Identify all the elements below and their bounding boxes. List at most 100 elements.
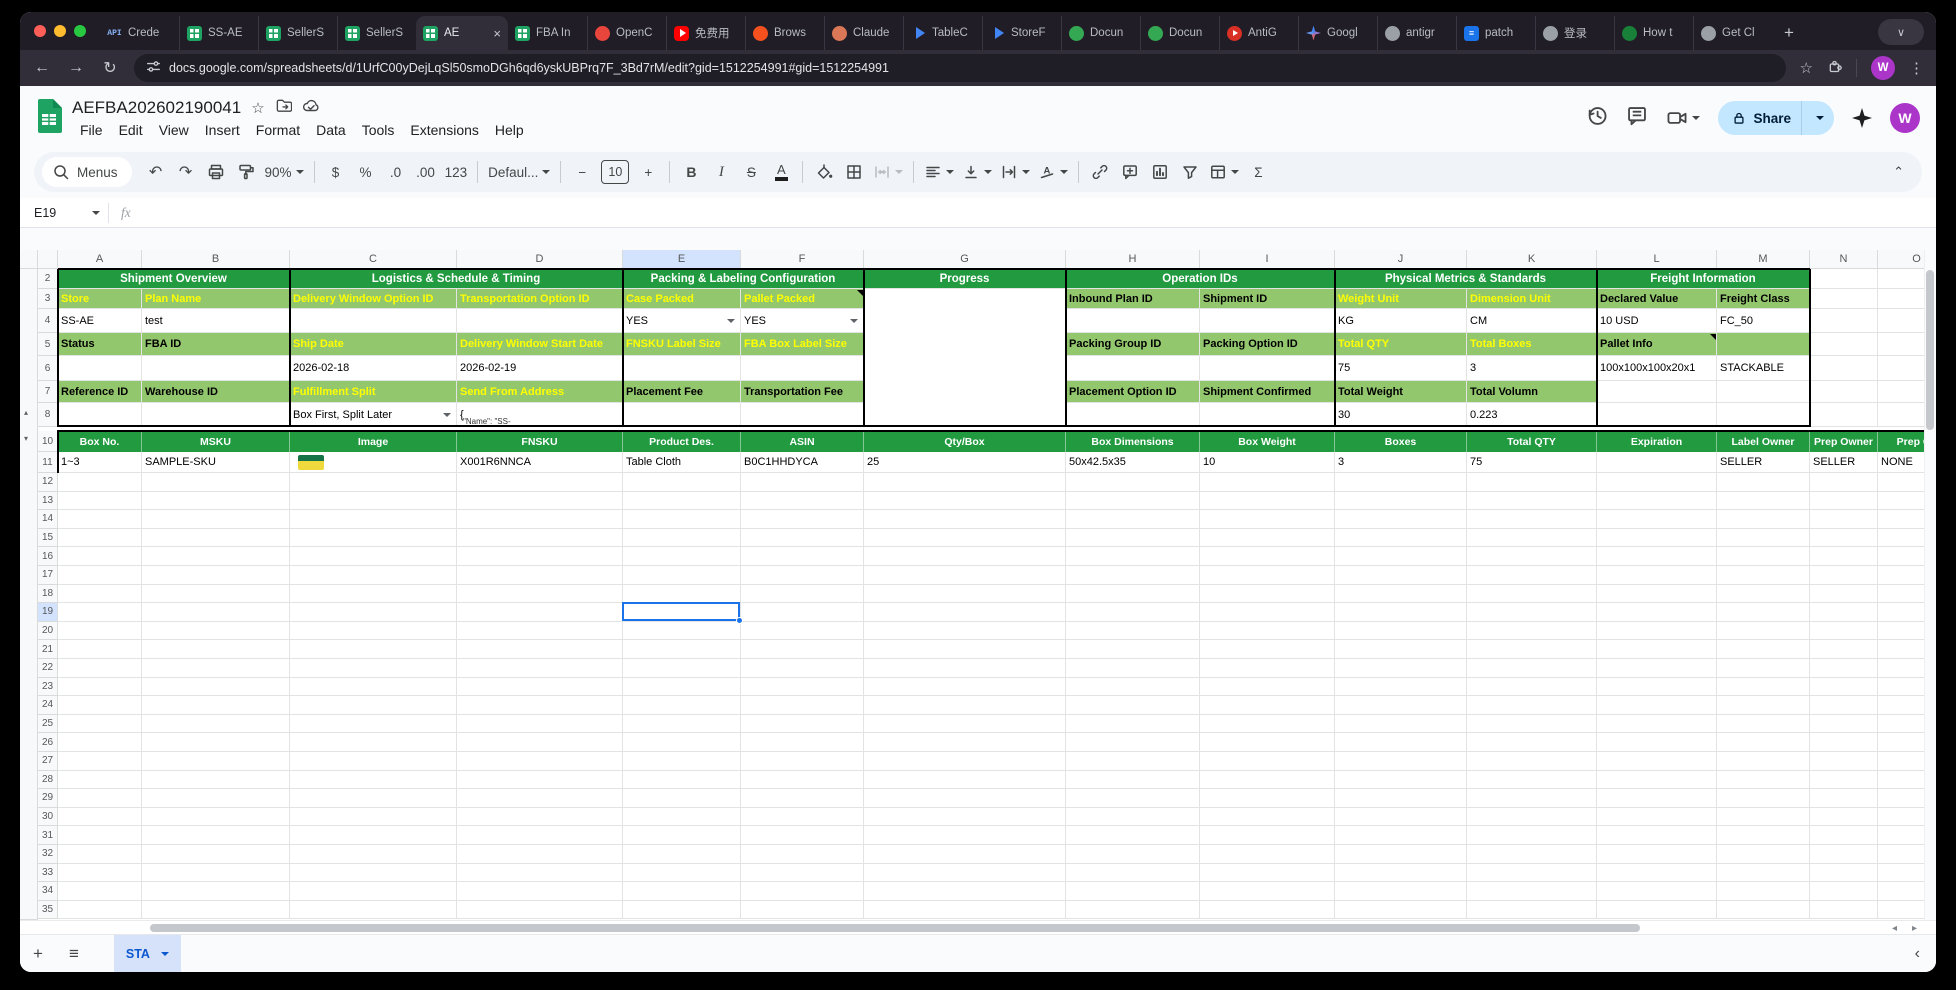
cell-G23[interactable] <box>864 678 1066 697</box>
cell-L10[interactable]: Expiration <box>1597 431 1717 452</box>
cell-L2[interactable]: Freight Information <box>1597 269 1810 289</box>
cell-G15[interactable] <box>864 529 1066 548</box>
cell-A24[interactable] <box>58 696 142 715</box>
cell-A5[interactable]: Status <box>58 333 142 356</box>
cell-K34[interactable] <box>1467 882 1597 901</box>
cell-A13[interactable] <box>58 492 142 511</box>
cell-D35[interactable] <box>457 901 623 920</box>
decrease-decimals[interactable]: .0 <box>382 158 410 186</box>
cell-G27[interactable] <box>864 752 1066 771</box>
text-wrap-dropdown-icon[interactable] <box>1022 170 1030 174</box>
cell-F17[interactable] <box>741 566 864 585</box>
insert-link[interactable] <box>1086 158 1114 186</box>
cell-L15[interactable] <box>1597 529 1717 548</box>
cell-C18[interactable] <box>290 585 457 604</box>
cell-M3[interactable]: Freight Class <box>1717 289 1810 309</box>
cell-J30[interactable] <box>1335 808 1467 827</box>
column-header-L[interactable]: L <box>1597 250 1717 269</box>
cell-A17[interactable] <box>58 566 142 585</box>
cell-E4[interactable]: YES <box>623 309 741 333</box>
row-header-15[interactable]: 15 <box>38 529 58 548</box>
cell-D12[interactable] <box>457 473 623 492</box>
cell-I29[interactable] <box>1200 789 1335 808</box>
cell-K16[interactable] <box>1467 547 1597 566</box>
cell-M7[interactable] <box>1717 381 1810 403</box>
column-header-E[interactable]: E <box>623 250 741 269</box>
meet-dropdown-icon[interactable] <box>1692 116 1700 120</box>
cell-E27[interactable] <box>623 752 741 771</box>
cell-L24[interactable] <box>1597 696 1717 715</box>
browser-tab[interactable]: SS-AE <box>179 16 258 50</box>
sheet-tab-active[interactable]: STA <box>114 935 181 973</box>
horizontal-align[interactable] <box>921 158 957 186</box>
cell-L5[interactable]: Pallet Info <box>1597 333 1717 356</box>
browser-tab[interactable]: OpenC <box>587 16 666 50</box>
browser-tab[interactable]: Docun <box>1140 16 1219 50</box>
name-box[interactable]: E19 <box>20 206 108 220</box>
cell-H28[interactable] <box>1066 771 1200 790</box>
cell-E22[interactable] <box>623 659 741 678</box>
product-image[interactable] <box>298 455 324 470</box>
cell-K20[interactable] <box>1467 622 1597 641</box>
cell-D22[interactable] <box>457 659 623 678</box>
cell-G25[interactable] <box>864 715 1066 734</box>
cell-K23[interactable] <box>1467 678 1597 697</box>
new-tab-button[interactable]: + <box>1772 16 1806 50</box>
cell-D5[interactable]: Delivery Window Start Date <box>457 333 623 356</box>
cell-C33[interactable] <box>290 864 457 883</box>
column-header-C[interactable]: C <box>290 250 457 269</box>
forward-icon[interactable]: → <box>66 59 86 77</box>
cell-K35[interactable] <box>1467 901 1597 920</box>
column-header-A[interactable]: A <box>58 250 142 269</box>
cell-N32[interactable] <box>1810 845 1878 864</box>
cell-D33[interactable] <box>457 864 623 883</box>
cell-I20[interactable] <box>1200 622 1335 641</box>
cell-J5[interactable]: Total QTY <box>1335 333 1467 356</box>
cell-E15[interactable] <box>623 529 741 548</box>
cell-A11[interactable]: 1~3 <box>58 452 142 473</box>
cell-E2[interactable]: Packing & Labeling Configuration <box>623 269 864 289</box>
cell-F21[interactable] <box>741 640 864 659</box>
cell-B20[interactable] <box>142 622 290 641</box>
cell-M27[interactable] <box>1717 752 1810 771</box>
cell-L32[interactable] <box>1597 845 1717 864</box>
browser-menu-icon[interactable]: ⋮ <box>1909 59 1924 77</box>
cell-M10[interactable]: Label Owner <box>1717 431 1810 452</box>
cell-C25[interactable] <box>290 715 457 734</box>
spreadsheet-grid[interactable]: ABCDEFGHIJKLMNO2345678101112131415161718… <box>20 250 1936 934</box>
cell-I13[interactable] <box>1200 492 1335 511</box>
cell-D10[interactable]: FNSKU <box>457 431 623 452</box>
cell-M16[interactable] <box>1717 547 1810 566</box>
cell-K21[interactable] <box>1467 640 1597 659</box>
cell-E31[interactable] <box>623 826 741 845</box>
hide-toolbar-icon[interactable]: ⌃ <box>1893 164 1904 180</box>
cell-A14[interactable] <box>58 510 142 529</box>
cell-B14[interactable] <box>142 510 290 529</box>
cell-D34[interactable] <box>457 882 623 901</box>
cell-K29[interactable] <box>1467 789 1597 808</box>
cell-N16[interactable] <box>1810 547 1878 566</box>
cell-F24[interactable] <box>741 696 864 715</box>
cell-C8[interactable]: Box First, Split Later <box>290 403 457 427</box>
text-rotate[interactable]: A <box>1035 158 1071 186</box>
cell-J25[interactable] <box>1335 715 1467 734</box>
table-views[interactable] <box>1206 158 1242 186</box>
cell-I33[interactable] <box>1200 864 1335 883</box>
cell-J8[interactable]: 30 <box>1335 403 1467 427</box>
cell-N26[interactable] <box>1810 733 1878 752</box>
cell-A10[interactable]: Box No. <box>58 431 142 452</box>
cell-J20[interactable] <box>1335 622 1467 641</box>
insert-chart[interactable] <box>1146 158 1174 186</box>
cell-D11[interactable]: X001R6NNCA <box>457 452 623 473</box>
fill-color[interactable] <box>810 158 838 186</box>
cell-A29[interactable] <box>58 789 142 808</box>
cell-F29[interactable] <box>741 789 864 808</box>
cell-F32[interactable] <box>741 845 864 864</box>
cell-C32[interactable] <box>290 845 457 864</box>
row-header-20[interactable]: 20 <box>38 622 58 641</box>
cell-I26[interactable] <box>1200 733 1335 752</box>
row-header-4[interactable]: 4 <box>38 309 58 333</box>
collapse-side-panel-icon[interactable]: ‹ <box>1899 945 1936 963</box>
cell-A12[interactable] <box>58 473 142 492</box>
cell-I4[interactable] <box>1200 309 1335 333</box>
